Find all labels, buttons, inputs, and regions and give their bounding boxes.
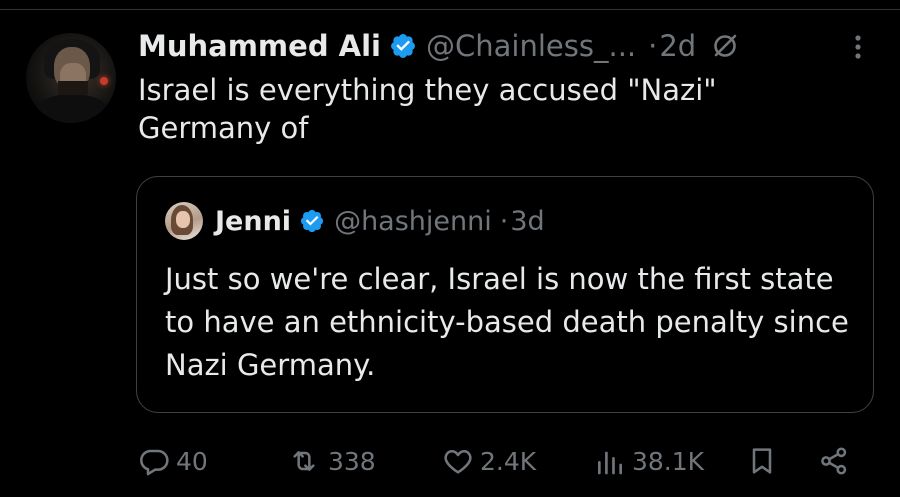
bookmark-button[interactable] bbox=[746, 441, 778, 481]
separator-dot: · bbox=[648, 29, 658, 63]
quoted-tweet-header: Jenni @hashjenni · 3d bbox=[165, 201, 545, 241]
author-name[interactable]: Muhammed Ali bbox=[138, 29, 381, 63]
reply-icon bbox=[138, 445, 170, 477]
quoted-tweet-card[interactable]: Jenni @hashjenni · 3d Just so we're clea… bbox=[136, 176, 874, 413]
repost-icon bbox=[286, 445, 322, 477]
reply-button[interactable]: 40 bbox=[138, 441, 208, 481]
tweet-text: Israel is everything they accused "Nazi"… bbox=[138, 73, 717, 145]
views-count: 38.1K bbox=[632, 446, 705, 476]
like-icon bbox=[442, 445, 474, 477]
share-button[interactable] bbox=[818, 441, 850, 481]
tweet-time[interactable]: 2d bbox=[659, 29, 696, 63]
views-button[interactable]: 38.1K bbox=[594, 441, 704, 481]
bookmark-icon bbox=[746, 445, 778, 477]
like-count: 2.4K bbox=[480, 446, 537, 476]
tweet-header: Muhammed Ali @Chainless_... · 2d bbox=[138, 26, 740, 66]
author-avatar[interactable] bbox=[26, 33, 116, 123]
quoted-tweet-time[interactable]: 3d bbox=[510, 206, 544, 237]
more-options-icon[interactable] bbox=[846, 32, 870, 62]
top-divider bbox=[0, 9, 900, 10]
quoted-author-name[interactable]: Jenni bbox=[215, 206, 291, 237]
quoted-author-avatar[interactable] bbox=[165, 202, 203, 240]
quoted-author-handle[interactable]: @hashjenni bbox=[334, 206, 492, 237]
repost-count: 338 bbox=[328, 446, 376, 476]
like-button[interactable]: 2.4K bbox=[442, 441, 536, 481]
author-handle[interactable]: @Chainless_... bbox=[426, 29, 636, 63]
views-icon bbox=[594, 445, 626, 477]
verified-badge-icon[interactable] bbox=[389, 32, 417, 60]
share-icon bbox=[818, 445, 850, 477]
repost-button[interactable]: 338 bbox=[286, 441, 376, 481]
quoted-tweet-text: Just so we're clear, Israel is now the f… bbox=[165, 262, 849, 382]
verified-badge-icon[interactable] bbox=[299, 208, 325, 234]
reply-count: 40 bbox=[176, 446, 208, 476]
separator-dot: · bbox=[499, 205, 509, 237]
grok-icon[interactable] bbox=[710, 31, 740, 61]
action-bar: 40 338 2.4K 38.1K bbox=[138, 441, 878, 481]
